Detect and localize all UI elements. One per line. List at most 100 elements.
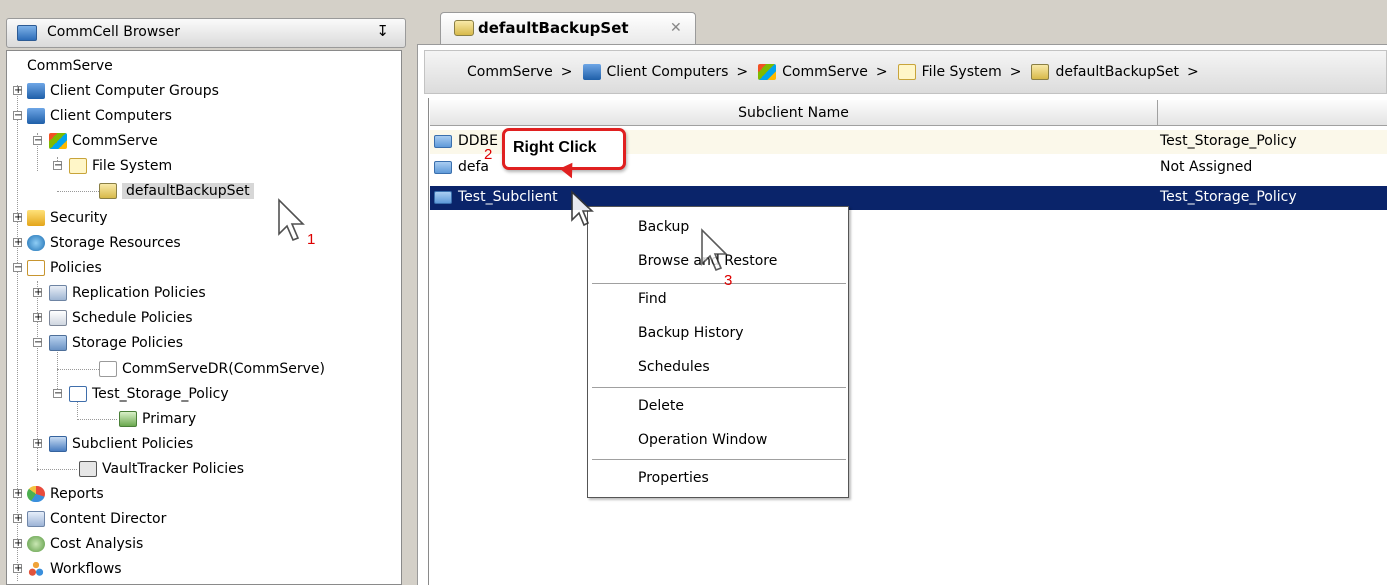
cost-analysis-icon	[27, 536, 45, 552]
backupset-icon	[1031, 64, 1050, 80]
globe-icon	[27, 235, 45, 251]
tree-label: Storage Resources	[50, 235, 181, 251]
expand-toggle[interactable]: +	[13, 564, 22, 574]
mouse-pointer-icon	[278, 198, 305, 242]
windows-icon	[49, 133, 67, 149]
tree-label: Schedule Policies	[72, 310, 193, 326]
breadcrumb-item-file-system[interactable]: File System	[922, 64, 1002, 80]
policies-icon	[27, 260, 45, 276]
close-icon[interactable]: ✕	[670, 20, 682, 36]
backupset-icon	[454, 20, 474, 36]
tab-defaultbackupset[interactable]: defaultBackupSet ✕	[418, 12, 698, 44]
tree-item-client-computers[interactable]: Client Computers	[27, 104, 172, 128]
menu-item-operation-window[interactable]: Operation Window	[638, 432, 767, 448]
vaulttracker-icon	[79, 461, 97, 477]
breadcrumb-item-commserve[interactable]: CommServe	[467, 64, 553, 80]
menu-separator	[592, 387, 846, 388]
file-system-icon	[69, 158, 87, 174]
menu-item-delete[interactable]: Delete	[638, 398, 684, 414]
collapse-toggle[interactable]: −	[53, 389, 62, 399]
tree-item-commserve-client[interactable]: CommServe	[49, 129, 158, 153]
menu-item-schedules[interactable]: Schedules	[638, 359, 710, 375]
folder-icon	[434, 160, 452, 174]
expand-toggle[interactable]: +	[13, 213, 22, 223]
commcell-browser-header: CommCell Browser ↧	[6, 18, 406, 48]
breadcrumb-item-commserve-client[interactable]: CommServe	[782, 64, 868, 80]
tree-item-client-computer-groups[interactable]: Client Computer Groups	[27, 79, 219, 103]
tree-item-schedule-policies[interactable]: Schedule Policies	[49, 306, 193, 330]
callout-text: Right Click	[513, 139, 597, 156]
workflow-icon	[27, 561, 45, 577]
step-number-2: 2	[484, 146, 493, 163]
tree-label: CommServeDR(CommServe)	[122, 361, 325, 377]
tree-item-security[interactable]: Security	[27, 206, 108, 230]
collapse-toggle[interactable]: −	[53, 161, 62, 171]
expand-toggle[interactable]: +	[33, 288, 42, 298]
tree-label: File System	[92, 158, 173, 174]
tree-label: defaultBackupSet	[122, 183, 254, 199]
subclient-name: Test_Subclient	[458, 189, 558, 205]
expand-toggle[interactable]: +	[33, 439, 42, 449]
column-header-subclient-name[interactable]: Subclient Name	[430, 100, 1158, 126]
breadcrumb-separator: >	[875, 64, 888, 80]
tree-label: Workflows	[50, 561, 122, 577]
tree-item-cost-analysis[interactable]: Cost Analysis	[27, 532, 143, 556]
expand-toggle[interactable]: +	[33, 313, 42, 323]
breadcrumb: CommServe > Client Computers > CommServe…	[424, 50, 1387, 94]
expand-toggle[interactable]: +	[13, 539, 22, 549]
replication-icon	[49, 285, 67, 301]
tree-label: Client Computers	[50, 108, 172, 124]
tree-item-workflows[interactable]: Workflows	[27, 557, 122, 581]
storage-policy-copy-icon	[69, 386, 87, 402]
tree-item-policies[interactable]: Policies	[27, 256, 102, 280]
tree-item-reports[interactable]: Reports	[27, 482, 104, 506]
tree-label: Reports	[50, 486, 104, 502]
expand-toggle[interactable]: +	[13, 514, 22, 524]
breadcrumb-separator: >	[1009, 64, 1022, 80]
table-header: Subclient Name	[430, 100, 1387, 126]
tree-item-storage-resources[interactable]: Storage Resources	[27, 231, 181, 255]
tree-label: Replication Policies	[72, 285, 206, 301]
tree-item-commservedr[interactable]: CommServeDR(CommServe)	[99, 357, 325, 381]
tree-label: Content Director	[50, 511, 167, 527]
mouse-pointer-icon	[571, 190, 595, 227]
schedule-icon	[49, 310, 67, 326]
tree-item-test-storage-policy[interactable]: Test_Storage_Policy	[69, 382, 229, 406]
tree-item-primary[interactable]: Primary	[119, 407, 196, 431]
breadcrumb-separator: >	[736, 64, 749, 80]
storage-policy-cell: Test_Storage_Policy	[1160, 133, 1297, 149]
commcell-icon	[17, 25, 37, 41]
tree-item-content-director[interactable]: Content Director	[27, 507, 166, 531]
menu-item-properties[interactable]: Properties	[638, 470, 709, 486]
tree-item-defaultbackupset[interactable]: defaultBackupSet	[99, 179, 254, 203]
collapse-toggle[interactable]: −	[33, 136, 42, 146]
menu-item-backup[interactable]: Backup	[638, 219, 689, 235]
tree-label: CommServe	[27, 58, 113, 74]
tree-item-storage-policies[interactable]: Storage Policies	[49, 331, 183, 355]
subclient-policy-icon	[49, 436, 67, 452]
menu-item-backup-history[interactable]: Backup History	[638, 325, 744, 341]
breadcrumb-item-client-computers[interactable]: Client Computers	[607, 64, 729, 80]
collapse-toggle[interactable]: −	[13, 111, 22, 121]
expand-toggle[interactable]: +	[13, 238, 22, 248]
commcell-browser-panel: CommCell Browser ↧ CommServe + Client Co…	[0, 0, 410, 585]
folder-icon	[434, 190, 452, 204]
tree-item-vaulttracker-policies[interactable]: VaultTracker Policies	[79, 457, 244, 481]
menu-item-find[interactable]: Find	[638, 291, 667, 307]
tree-label: CommServe	[72, 133, 158, 149]
expand-toggle[interactable]: +	[13, 489, 22, 499]
expand-toggle[interactable]: +	[13, 86, 22, 96]
pin-icon[interactable]: ↧	[376, 22, 389, 40]
breadcrumb-item-defaultbackupset[interactable]: defaultBackupSet	[1055, 64, 1179, 80]
tree-item-commserve-root[interactable]: CommServe	[27, 54, 113, 78]
collapse-toggle[interactable]: −	[33, 338, 42, 348]
tree-label: Test_Storage_Policy	[92, 386, 229, 402]
breadcrumb-separator: >	[1187, 64, 1199, 80]
menu-separator	[592, 283, 846, 284]
tree-item-subclient-policies[interactable]: Subclient Policies	[49, 432, 193, 456]
client-computers-icon	[582, 64, 601, 80]
breadcrumb-separator: >	[560, 64, 573, 80]
tree-item-replication-policies[interactable]: Replication Policies	[49, 281, 206, 305]
collapse-toggle[interactable]: −	[13, 263, 22, 273]
tree-item-file-system[interactable]: File System	[69, 154, 172, 178]
